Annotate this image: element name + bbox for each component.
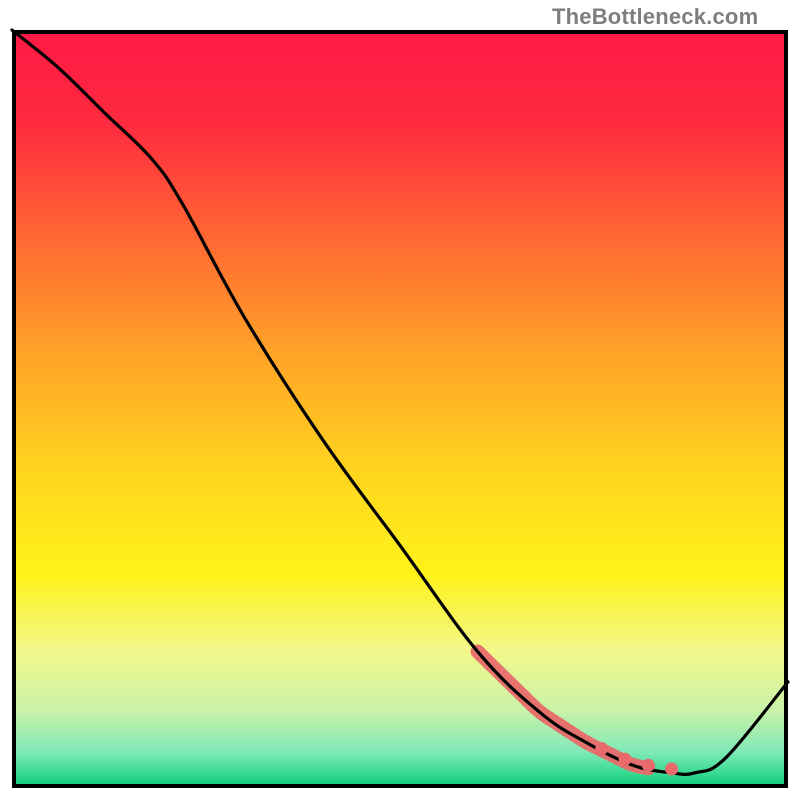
plot-frame bbox=[12, 30, 788, 788]
watermark-text: TheBottleneck.com bbox=[552, 4, 758, 30]
chart-container: TheBottleneck.com bbox=[0, 0, 800, 800]
